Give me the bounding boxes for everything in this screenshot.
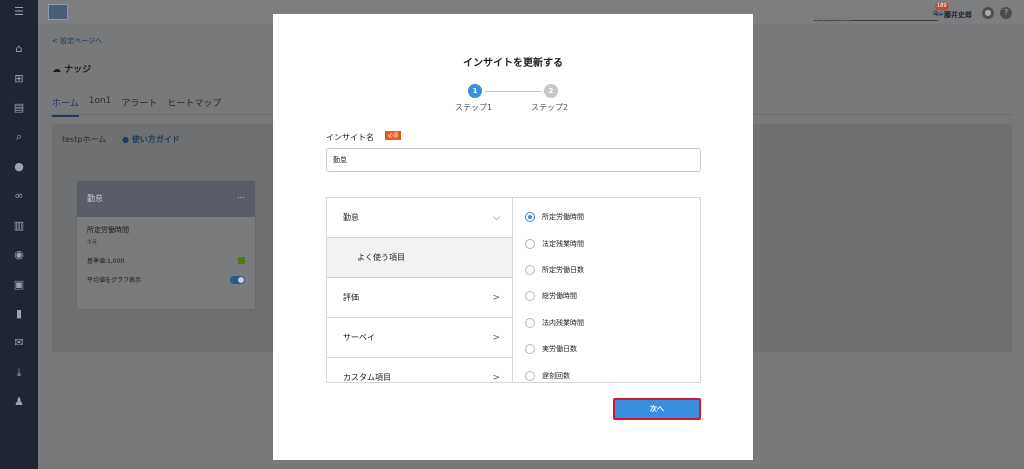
document-icon[interactable]: ▤ (0, 99, 38, 115)
required-badge: 必須 (385, 131, 402, 140)
radio-button[interactable] (525, 212, 535, 223)
more-icon[interactable]: … (237, 191, 245, 200)
card-header: 勤怠 … (77, 181, 255, 217)
option-label: 所定労働時間 (542, 213, 584, 222)
option-legal-overtime[interactable]: 法定残業時間 (513, 230, 700, 256)
step-connector (485, 91, 541, 92)
profile-card-icon[interactable]: ▣ (0, 276, 38, 292)
book-icon[interactable]: ▮ (0, 305, 38, 321)
category-evaluation[interactable]: 評価 > (327, 278, 512, 318)
menu-icon[interactable]: ☰ (0, 3, 38, 19)
card-period: 今月 (87, 240, 98, 246)
average-toggle-label: 平均値をグラフ表示 (87, 277, 142, 284)
option-label: 所定労働日数 (542, 265, 584, 274)
card-body: 所定労働時間 今月 基準値:1,000 平均値をグラフ表示 (77, 217, 255, 292)
chevron-down-icon: ⌵ (493, 212, 500, 223)
insight-card[interactable]: 勤怠 … 所定労働時間 今月 基準値:1,000 平均値をグラフ表示 (76, 180, 256, 310)
option-label: 遅刻回数 (542, 371, 570, 380)
category-survey[interactable]: サーベイ > (327, 318, 512, 358)
sidebar: ☰ ⌂ ⊞ ▤ ⌕ ● ∞ ▥ ◉ ▣ ▮ ✉ ⤓ ♟ (0, 0, 38, 469)
user-settings-icon[interactable]: ♟ (0, 393, 38, 409)
radio-button[interactable] (525, 291, 535, 302)
home-icon[interactable]: ⌂ (0, 40, 38, 56)
category-label: よく使う項目 (357, 253, 405, 262)
option-label: 実労働日数 (542, 345, 577, 354)
search-icon[interactable]: ⌕ (0, 128, 38, 144)
link-icon[interactable]: ∞ (0, 187, 38, 203)
company-logo[interactable] (48, 4, 68, 20)
page-title-text: ナッジ (64, 65, 92, 75)
chevron-right-icon: > (492, 332, 500, 343)
card-metric: 所定労働時間 (87, 226, 129, 234)
insight-name-input[interactable] (326, 148, 701, 172)
mail-icon[interactable]: ✉ (0, 334, 38, 350)
update-insight-modal: インサイトを更新する 1 2 ステップ1 ステップ2 インサイト名 必須 勤怠 … (273, 14, 753, 460)
usage-guide-link[interactable]: ● 使い方ガイド (122, 134, 180, 145)
category-label: 評価 (343, 293, 359, 302)
step-1-indicator: 1 (468, 84, 482, 98)
radio-button[interactable] (525, 238, 535, 249)
page-title: ☁ ナッジ (52, 62, 91, 75)
category-kintai[interactable]: 勤怠 ⌵ (327, 198, 512, 238)
help-circle-icon: ● (122, 135, 129, 144)
modal-title: インサイトを更新する (463, 58, 563, 69)
back-to-settings-link[interactable]: < 設定ページへ (52, 36, 102, 46)
chevron-right-icon: > (492, 372, 500, 383)
next-button[interactable]: 次へ (613, 398, 701, 420)
category-custom[interactable]: カスタム項目 > (327, 358, 512, 383)
search-input[interactable] (814, 14, 924, 27)
chart-icon[interactable]: ▥ (0, 217, 38, 233)
radio-button[interactable] (525, 264, 535, 275)
option-scheduled-days[interactable]: 所定労働日数 (513, 257, 700, 283)
option-label: 法内残業時間 (542, 318, 584, 327)
category-label: サーベイ (343, 333, 375, 342)
radio-button[interactable] (525, 317, 535, 328)
step-2-label: ステップ2 (531, 103, 569, 112)
category-list: 勤怠 ⌵ よく使う項目 評価 > サーベイ > カスタム項目 > (326, 197, 513, 383)
average-toggle-row: 平均値をグラフ表示 (87, 275, 245, 284)
radio-button[interactable] (525, 344, 535, 355)
baseline-label: 基準値:1,000 (87, 258, 125, 265)
baseline-color-swatch[interactable] (238, 257, 245, 264)
home-label: testpホーム (62, 135, 107, 144)
option-label: 総労働時間 (542, 292, 577, 301)
download-icon[interactable]: ⤓ (0, 364, 38, 380)
option-late-count[interactable]: 遅刻回数 (513, 362, 700, 388)
card-title: 勤怠 (87, 194, 103, 203)
insight-name-label: インサイト名 (326, 133, 374, 142)
user-name[interactable]: 藤井史郎 (944, 10, 972, 20)
option-scheduled-hours[interactable]: 所定労働時間 (513, 204, 700, 230)
cloud-icon: ☁ (52, 65, 61, 75)
category-label: カスタム項目 (343, 373, 391, 382)
avatar[interactable]: ● (982, 7, 994, 19)
baseline-row: 基準値:1,000 (87, 256, 245, 265)
target-icon[interactable]: ◉ (0, 246, 38, 262)
option-actual-days[interactable]: 実労働日数 (513, 336, 700, 362)
average-toggle[interactable] (230, 275, 245, 284)
option-total-hours[interactable]: 総労働時間 (513, 283, 700, 309)
chat-icon[interactable]: ● (0, 158, 38, 174)
radio-button[interactable] (525, 370, 535, 381)
category-frequent-items[interactable]: よく使う項目 (327, 238, 512, 278)
option-statutory-overtime[interactable]: 法内残業時間 (513, 310, 700, 336)
notification-badge: 189 (935, 3, 949, 10)
option-label: 法定残業時間 (542, 239, 584, 248)
category-label: 勤怠 (343, 213, 359, 222)
chevron-right-icon: > (492, 292, 500, 303)
employee-search: ⌕ (814, 7, 938, 27)
metric-options: 所定労働時間 法定残業時間 所定労働日数 総労働時間 法内残業時間 実労働日数 … (513, 197, 701, 383)
org-chart-icon[interactable]: ⊞ (0, 70, 38, 86)
help-icon[interactable]: ? (1000, 7, 1012, 19)
step-1-label: ステップ1 (455, 103, 493, 112)
step-2-indicator: 2 (544, 84, 558, 98)
